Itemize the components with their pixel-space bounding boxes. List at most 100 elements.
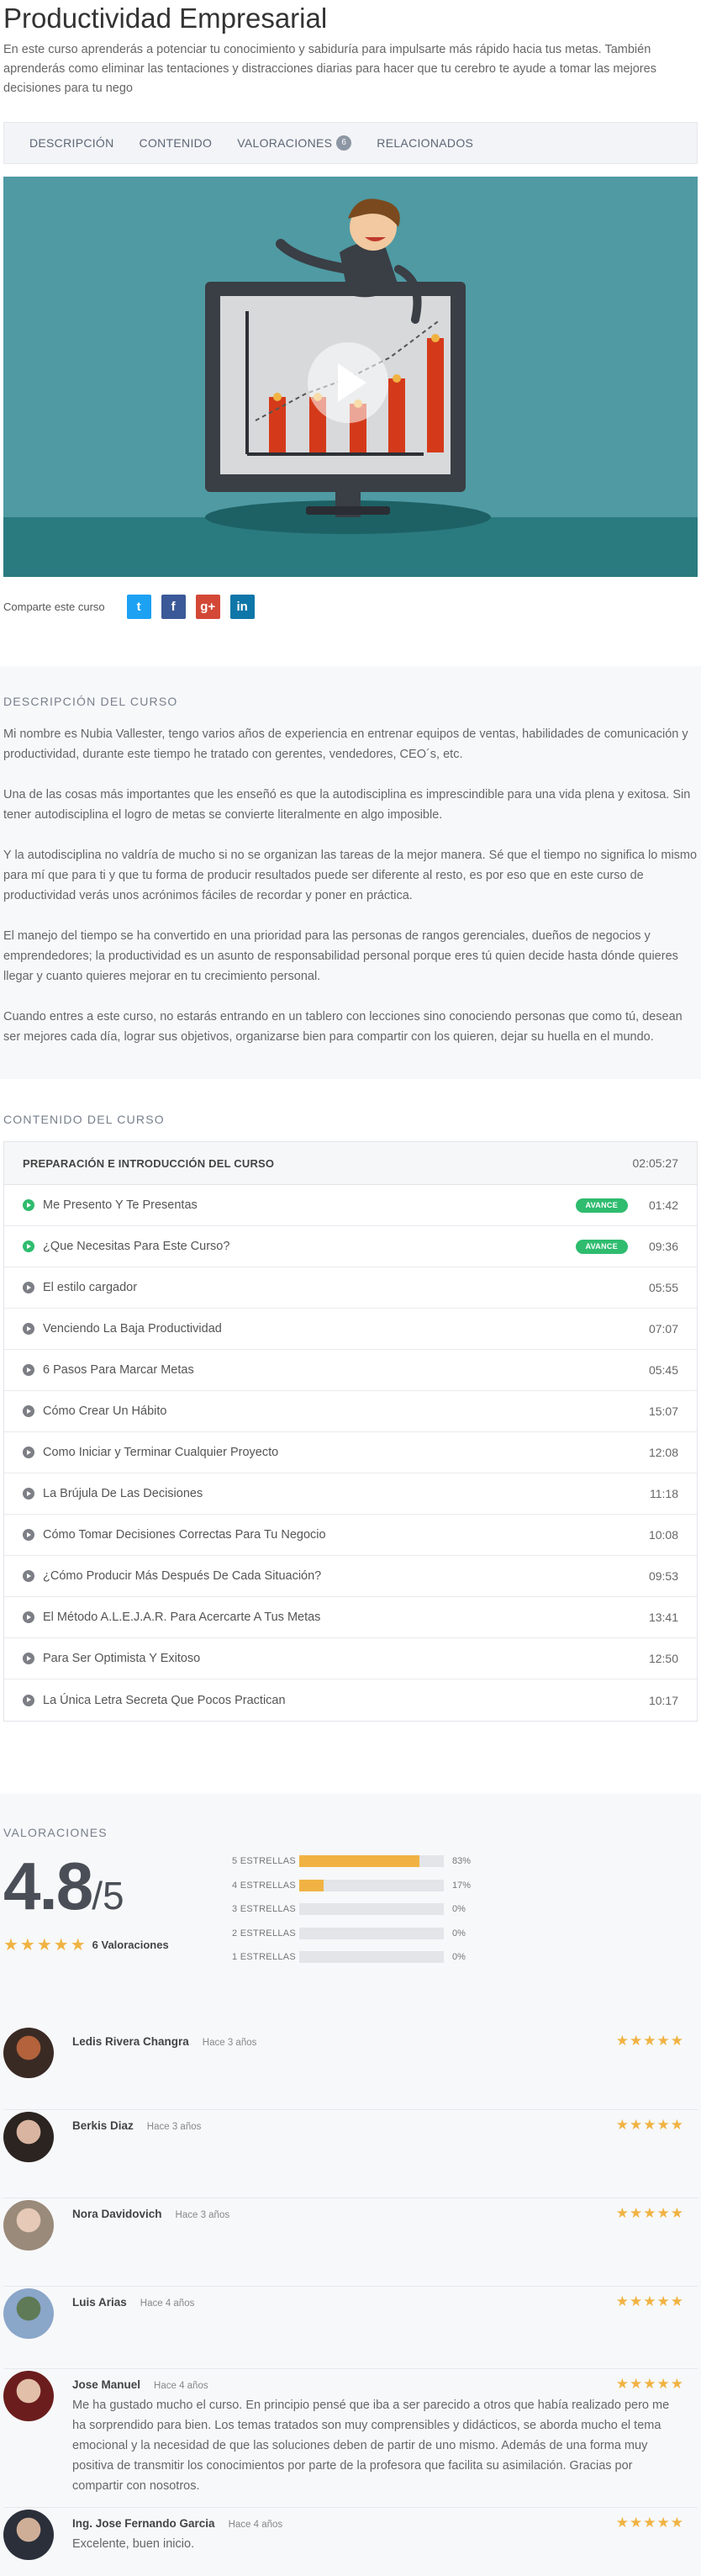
reviewer-name: Luis Arias Hace 4 años: [72, 2296, 194, 2309]
rating-bar-percent: 0%: [452, 1928, 466, 1939]
lesson-row[interactable]: Para Ser Optimista Y Exitoso 12:50: [4, 1638, 697, 1679]
average-score: 4.8/5: [3, 1849, 232, 1933]
module-duration: 02:05:27: [632, 1156, 679, 1170]
reviewer-name-text: Ledis Rivera Changra: [72, 2034, 189, 2048]
review-item: Luis Arias Hace 4 años ★★★★★: [3, 2287, 698, 2369]
course-title: Productividad Empresarial: [3, 3, 328, 34]
review-text: Excelente, buen inicio.: [72, 2537, 195, 2551]
preview-badge[interactable]: AVANCE: [575, 1198, 628, 1213]
tab-relacionados-label: Relacionados: [377, 136, 474, 150]
lesson-duration: 11:18: [650, 1487, 678, 1500]
rating-bar-track: [299, 1927, 444, 1939]
rating-bar-track: [299, 1903, 444, 1916]
preview-badge[interactable]: AVANCE: [575, 1239, 628, 1254]
play-icon: [23, 1364, 34, 1376]
lesson-row[interactable]: La Única Letra Secreta Que Pocos Practic…: [4, 1679, 697, 1721]
play-icon: [23, 1282, 34, 1293]
lesson-title: Cómo Tomar Decisiones Correctas Para Tu …: [43, 1528, 326, 1542]
lesson-title: ¿Que Necesitas Para Este Curso?: [43, 1240, 230, 1253]
play-icon: [23, 1529, 34, 1541]
ratings-title: Valoraciones: [3, 1826, 108, 1839]
twitter-share-button[interactable]: t: [126, 594, 151, 619]
lesson-row[interactable]: El Método A.L.E.J.A.R. Para Acercarte A …: [4, 1597, 697, 1638]
lesson-title: Me Presento Y Te Presentas: [43, 1198, 198, 1212]
lesson-row[interactable]: Venciendo La Baja Productividad 07:07: [4, 1309, 697, 1350]
review-text: Me ha gustado mucho el curso. En princip…: [72, 2399, 670, 2493]
lesson-duration: 12:50: [648, 1652, 678, 1665]
tab-descripcion[interactable]: Descripción: [29, 136, 114, 150]
lesson-row[interactable]: Me Presento Y Te Presentas AVANCE 01:42: [4, 1185, 697, 1226]
rating-bar-row: 1 Estrellas 0%: [232, 1945, 471, 1970]
tab-valoraciones-label: Valoraciones: [237, 136, 333, 150]
average-rating: 4.8/5 ★★★★★ 6 Valoraciones: [3, 1849, 232, 1976]
lesson-row[interactable]: La Brújula De Las Decisiones 11:18: [4, 1473, 697, 1515]
play-icon: [23, 1611, 34, 1623]
reviewer-name-text: Nora Davidovich: [72, 2207, 162, 2220]
lesson-duration: 10:08: [648, 1528, 678, 1542]
rating-bar-track: [299, 1855, 444, 1868]
lesson-duration: 15:07: [648, 1404, 678, 1418]
review-stars: ★★★★★: [615, 2515, 684, 2531]
tab-valoraciones[interactable]: Valoraciones 6: [237, 135, 352, 151]
lesson-duration: 09:53: [648, 1569, 678, 1583]
review-date: Hace 4 años: [154, 2380, 208, 2391]
lesson-list: Me Presento Y Te Presentas AVANCE 01:42 ¿Qu…: [4, 1185, 697, 1721]
lesson-row[interactable]: ¿Cómo Producir Más Después De Cada Situa…: [4, 1556, 697, 1597]
play-icon: [23, 1199, 34, 1211]
description-paragraph: Mi nombre es Nubia Vallester, tengo vari…: [3, 727, 688, 761]
linkedin-share-button[interactable]: in: [229, 594, 255, 619]
reviewer-name: Berkis Diaz Hace 3 años: [72, 2119, 201, 2132]
rating-breakdown: 5 Estrellas 83% 4 Estrellas 17% 3 Estrella…: [232, 1849, 471, 1976]
play-icon: [23, 1488, 34, 1500]
review-stars: ★★★★★: [615, 2293, 684, 2309]
review-date: Hace 3 años: [202, 2037, 257, 2048]
review-stars: ★★★★★: [615, 2033, 684, 2049]
review-item: Ledis Rivera Changra Hace 3 años ★★★★★: [3, 2026, 698, 2110]
twitter-icon: t: [136, 599, 141, 614]
tab-descripcion-label: Descripción: [29, 136, 114, 150]
reviewer-name-text: Ing. Jose Fernando Garcia: [72, 2516, 215, 2530]
lesson-row[interactable]: El estilo cargador 05:55: [4, 1267, 697, 1309]
content-title: Contenido del curso: [3, 1113, 165, 1126]
lesson-row[interactable]: Como Iniciar y Terminar Cualquier Proyec…: [4, 1432, 697, 1473]
lesson-row[interactable]: 6 Pasos Para Marcar Metas 05:45: [4, 1350, 697, 1391]
review-item: Berkis Diaz Hace 3 años ★★★★★: [3, 2110, 698, 2198]
review-list: Ledis Rivera Changra Hace 3 años ★★★★★ Be…: [3, 2026, 698, 2576]
lesson-title: ¿Cómo Producir Más Después De Cada Situa…: [43, 1569, 322, 1583]
play-icon: [23, 1653, 34, 1664]
lesson-duration: 10:17: [648, 1693, 678, 1707]
lesson-row[interactable]: ¿Que Necesitas Para Este Curso? AVANCE 09:…: [4, 1226, 697, 1267]
lesson-title: Para Ser Optimista Y Exitoso: [43, 1652, 201, 1665]
content-section: Contenido del curso Preparación e Introd…: [0, 1079, 701, 1722]
rating-bar-label: 5 Estrellas: [232, 1856, 297, 1867]
tab-relacionados[interactable]: Relacionados: [377, 136, 473, 150]
course-video-player[interactable]: [3, 177, 698, 577]
course-page: Productividad Empresarial En este curso …: [0, 0, 701, 2576]
review-stars: ★★★★★: [615, 2205, 684, 2221]
curriculum-table: Preparación e Introducción del curso 02:…: [3, 1141, 698, 1722]
avatar: [3, 2288, 54, 2339]
reviewer-name-text: Berkis Diaz: [72, 2118, 134, 2132]
tab-contenido[interactable]: Contenido: [140, 136, 213, 150]
lesson-duration: 12:08: [648, 1446, 678, 1459]
description-title: Descripción del curso: [3, 695, 178, 708]
module-header[interactable]: Preparación e Introducción del curso 02:…: [4, 1142, 697, 1185]
lesson-title: Como Iniciar y Terminar Cualquier Proyec…: [43, 1446, 279, 1459]
play-icon: [23, 1447, 34, 1458]
share-label: Comparte este curso: [3, 600, 105, 613]
course-tabs: Descripción Contenido Valoraciones 6 Rela…: [3, 122, 698, 164]
play-icon: [23, 1694, 34, 1706]
review-item: Jose Manuel Hace 4 años ★★★★★ Me ha gusta…: [3, 2369, 698, 2508]
lesson-row[interactable]: Cómo Crear Un Hábito 15:07: [4, 1391, 697, 1432]
google-plus-icon: g+: [200, 599, 216, 614]
video-thumbnail-illustration: [3, 177, 698, 577]
lesson-row[interactable]: Cómo Tomar Decisiones Correctas Para Tu …: [4, 1515, 697, 1556]
rating-bar-row: 4 Estrellas 17%: [232, 1874, 471, 1898]
review-stars: ★★★★★: [615, 2376, 684, 2392]
lesson-title: 6 Pasos Para Marcar Metas: [43, 1363, 194, 1377]
average-scale: /5: [92, 1874, 124, 1917]
facebook-share-button[interactable]: f: [161, 594, 186, 619]
description-paragraph: El manejo del tiempo se ha convertido en…: [3, 929, 678, 983]
google-plus-share-button[interactable]: g+: [195, 594, 220, 619]
reviews-count-badge: 6: [336, 135, 352, 151]
